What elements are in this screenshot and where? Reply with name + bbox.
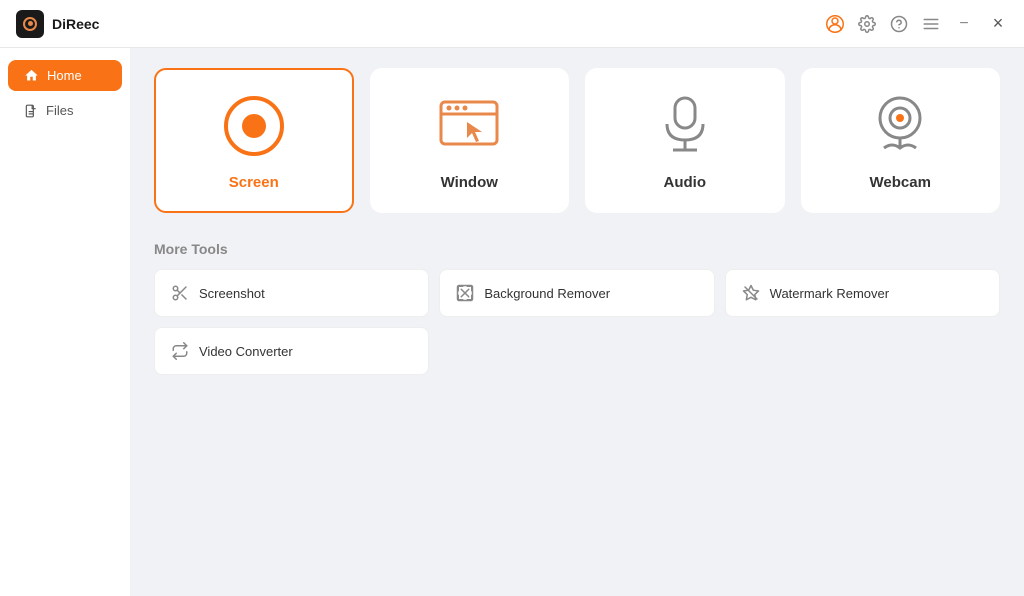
file-icon [24,104,38,118]
screen-card-label: Screen [229,174,279,191]
app-logo-dot [28,21,33,26]
close-button[interactable]: × [988,14,1008,34]
main-layout: Home Files [0,48,1024,596]
menu-icon[interactable] [922,15,940,33]
window-card[interactable]: Window [370,68,570,213]
titlebar-left: DiReec [16,10,99,38]
audio-card-icon [653,94,717,158]
tool-background-remover[interactable]: Background Remover [439,269,714,317]
minimize-button[interactable]: − [954,14,974,34]
app-logo [16,10,44,38]
app-logo-ring [23,17,37,31]
window-card-label: Window [441,174,498,191]
webcam-card-label: Webcam [870,174,931,191]
sidebar-files-label: Files [46,103,73,118]
screen-card[interactable]: Screen [154,68,354,213]
sidebar: Home Files [0,48,130,596]
sidebar-item-home[interactable]: Home [8,60,122,91]
recording-cards-row: Screen Window [154,68,1000,213]
background-remover-icon [456,284,474,302]
scissors-icon [171,284,189,302]
titlebar: DiReec [0,0,1024,48]
window-card-icon [437,94,501,158]
webcam-card[interactable]: Webcam [801,68,1001,213]
settings-icon[interactable] [858,15,876,33]
tool-watermark-remover[interactable]: Watermark Remover [725,269,1000,317]
sidebar-item-files[interactable]: Files [8,95,122,126]
app-name: DiReec [52,16,99,32]
video-converter-icon [171,342,189,360]
profile-icon[interactable] [826,15,844,33]
screen-card-icon [222,94,286,158]
tool-background-remover-label: Background Remover [484,286,610,301]
audio-card-label: Audio [664,174,707,191]
more-tools-title: More Tools [154,241,1000,257]
audio-card[interactable]: Audio [585,68,785,213]
more-tools-section: More Tools Screenshot [154,241,1000,375]
tool-watermark-remover-label: Watermark Remover [770,286,889,301]
tool-video-converter[interactable]: Video Converter [154,327,429,375]
help-icon[interactable] [890,15,908,33]
tool-screenshot-label: Screenshot [199,286,265,301]
titlebar-right: − × [826,14,1008,34]
home-icon [24,68,39,83]
tool-screenshot[interactable]: Screenshot [154,269,429,317]
content-area: Screen Window [130,48,1024,596]
watermark-remover-icon [742,284,760,302]
tools-grid: Screenshot Background Re [154,269,1000,375]
tool-video-converter-label: Video Converter [199,344,293,359]
sidebar-home-label: Home [47,68,82,83]
webcam-card-icon [868,94,932,158]
